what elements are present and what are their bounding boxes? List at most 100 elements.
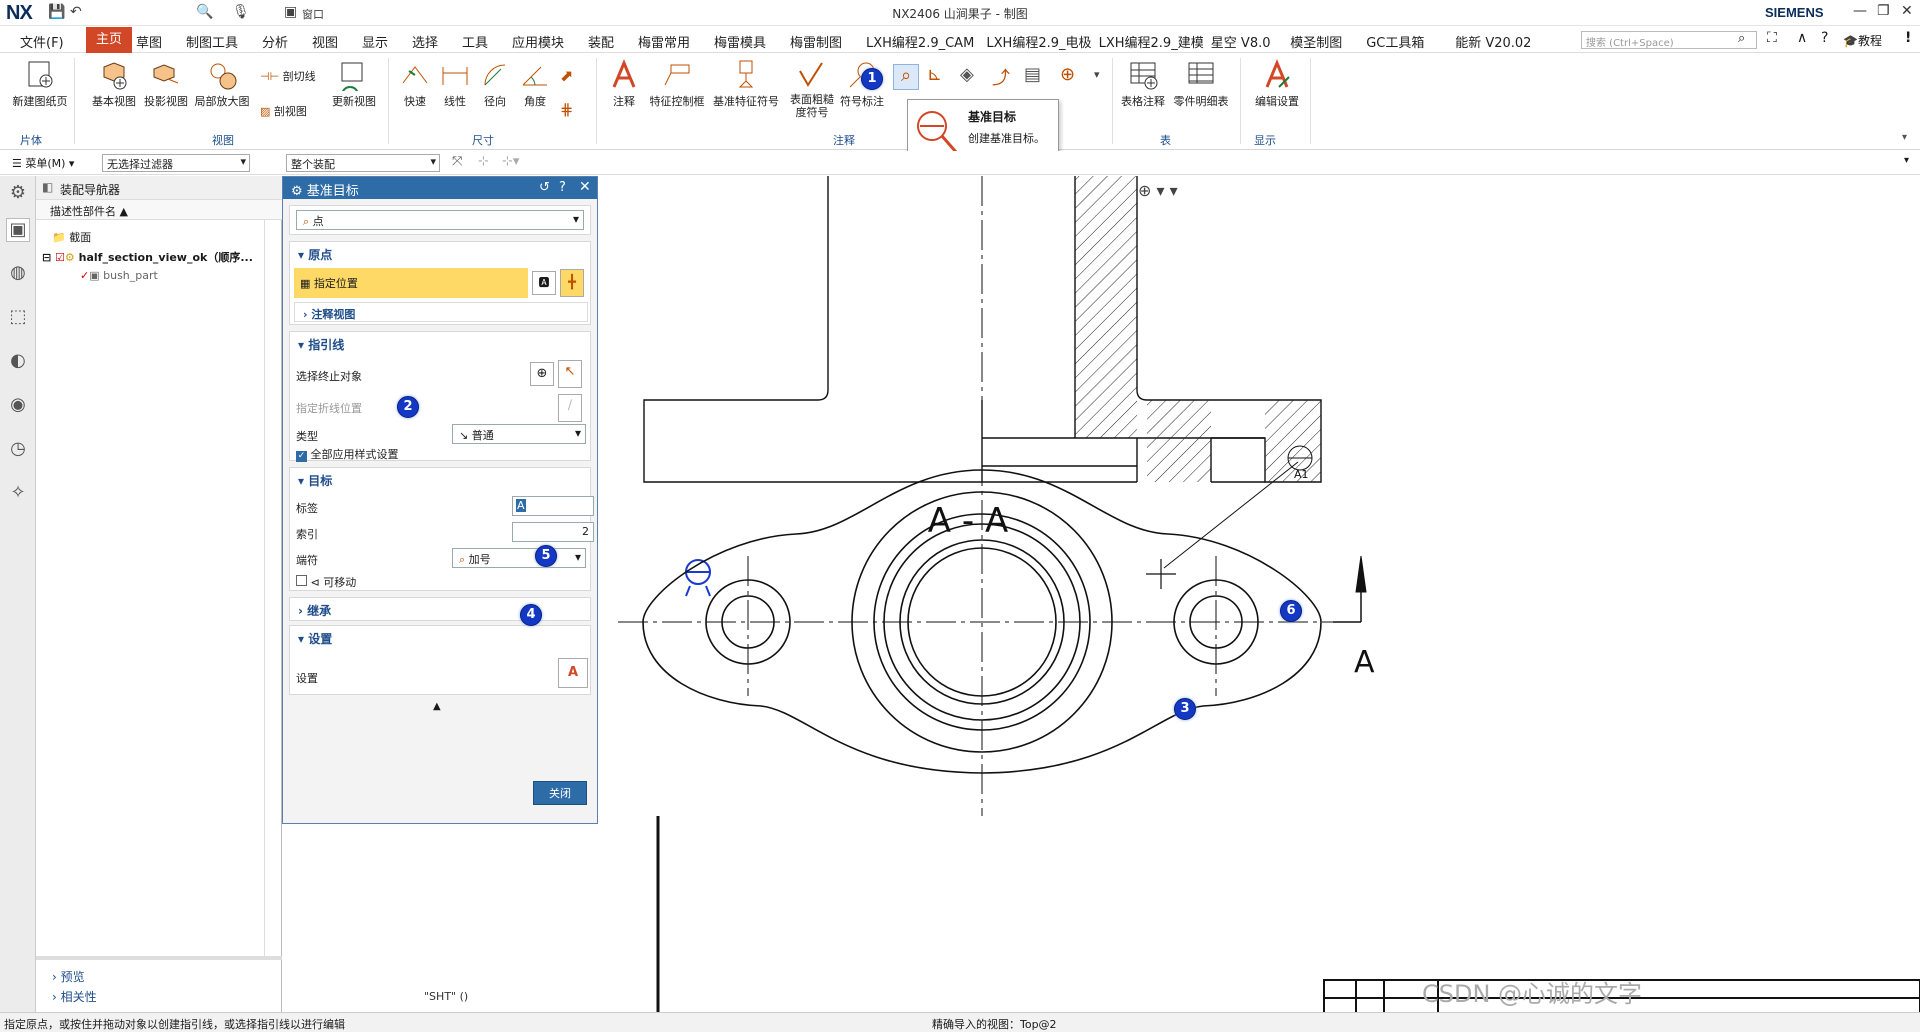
projected-view-button[interactable]: 投影视图	[140, 59, 192, 109]
tab-10[interactable]: 梅雷常用	[638, 32, 690, 51]
section-view-button[interactable]: ▨ 剖视图	[260, 103, 307, 119]
menu-button[interactable]: ☰ 菜单(M) ▾	[12, 155, 74, 171]
search-icon[interactable]: ⌕	[1738, 31, 1745, 46]
snap-icon[interactable]: ⤧	[452, 154, 462, 169]
collapse-more-icon[interactable]: ▲	[433, 701, 441, 712]
hatch-icon[interactable]: ◈	[960, 64, 974, 85]
tree-row-section[interactable]: 📁 截面	[52, 229, 91, 245]
radial-dimension-button[interactable]: 径向	[476, 59, 514, 109]
add-terminator-icon[interactable]: ⊕	[530, 362, 554, 386]
reuse-library-icon[interactable]: ◐	[6, 350, 30, 374]
fcf-button[interactable]: 特征控制框	[646, 59, 708, 109]
center-mark-icon[interactable]: ⊕	[1060, 64, 1075, 85]
text-origin-icon[interactable]: 🅰	[532, 271, 556, 295]
dialog-close-icon[interactable]: ✕	[579, 179, 591, 195]
tutorial-link[interactable]: 🎓教程	[1843, 32, 1882, 49]
annotation-view-subsection[interactable]: › 注释视图	[294, 302, 588, 322]
tab-5[interactable]: 显示	[362, 32, 388, 51]
selection-scope-select[interactable]: 整个装配	[286, 154, 440, 172]
drawing-sheet[interactable]: ⊕ ▾ ▾ A - A A A1 CSDN @心诚的文字	[598, 176, 1920, 1012]
settings-icon[interactable]: ⚙	[6, 182, 30, 206]
navigator-column-header[interactable]: 描述性部件名 ▲	[36, 200, 282, 220]
settings-header[interactable]: ▾ 设置	[298, 630, 332, 647]
tab-7[interactable]: 工具	[462, 32, 488, 51]
alert-icon[interactable]: !	[1905, 30, 1911, 46]
tab-18[interactable]: GC工具箱	[1366, 32, 1424, 51]
new-sheet-button[interactable]: 新建图纸页	[12, 59, 68, 109]
web-browser-icon[interactable]: ◉	[6, 394, 30, 418]
dialog-settings-icon[interactable]: ⚙	[291, 184, 303, 199]
centerline-icon[interactable]: ⊾	[927, 64, 942, 85]
style-settings-icon[interactable]: A	[558, 658, 588, 688]
tab-0[interactable]: 主页	[86, 27, 133, 53]
tab-15[interactable]: LXH编程2.9_建模	[1099, 32, 1204, 51]
type-select[interactable]: ⌕ 点	[296, 210, 584, 230]
table-note-button[interactable]: 表格注释	[1118, 59, 1168, 109]
preview-section[interactable]: › 预览	[52, 968, 85, 985]
detail-view-button[interactable]: 局部放大图	[192, 59, 252, 109]
restore-icon[interactable]: ❐	[1877, 3, 1890, 19]
tab-8[interactable]: 应用模块	[512, 32, 564, 51]
tab-11[interactable]: 梅雷模具	[714, 32, 766, 51]
target-header[interactable]: ▾ 目标	[298, 472, 332, 489]
balloon-icon[interactable]: ⤴	[992, 64, 1010, 90]
select-icon[interactable]: ⊹	[478, 154, 489, 169]
ordinate-dimension-icon[interactable]: ⋕	[560, 100, 573, 119]
apply-all-checkbox[interactable]: ✓ 全部应用样式设置	[296, 446, 399, 462]
update-view-button[interactable]: 更新视图	[328, 59, 380, 109]
tab-2[interactable]: 制图工具	[186, 32, 238, 51]
tab-1[interactable]: 草图	[136, 32, 162, 51]
tree-row-assembly[interactable]: ⊟ ☑⚙ half_section_view_ok（顺序...	[42, 249, 253, 265]
roles-icon[interactable]: ✧	[6, 482, 30, 506]
movable-checkbox[interactable]: ⊲ 可移动	[296, 574, 356, 590]
tree-row-part[interactable]: ✓▣ bush_part	[80, 269, 158, 282]
fullscreen-icon[interactable]: ⛶	[1767, 30, 1777, 46]
tab-4[interactable]: 视图	[312, 32, 338, 51]
label-input[interactable]: A	[512, 496, 594, 516]
assembly-navigator-icon[interactable]: ▣	[6, 218, 30, 242]
datum-feature-button[interactable]: 基准特征符号	[712, 59, 780, 109]
close-icon[interactable]: ✕	[1901, 3, 1913, 19]
image-icon[interactable]: ▤	[1024, 64, 1041, 85]
leader-type-select[interactable]: ↘ 普通	[452, 424, 586, 444]
collapse-ribbon-icon[interactable]: ∧	[1797, 30, 1807, 46]
leader-header[interactable]: ▾ 指引线	[298, 336, 344, 353]
point-dialog-icon[interactable]: ╋	[560, 269, 584, 297]
surface-finish-button[interactable]: 表面粗糙度符号	[786, 59, 838, 119]
rapid-dimension-button[interactable]: 快速	[396, 59, 434, 109]
history-icon[interactable]: ◷	[6, 438, 30, 462]
more-annotation-icon[interactable]: ▾	[1094, 68, 1100, 81]
index-input[interactable]: 2	[512, 522, 594, 542]
angle-dimension-button[interactable]: 角度	[516, 59, 554, 109]
leader-select-icon[interactable]: ↖	[558, 360, 582, 388]
origin-header[interactable]: ▾ 原点	[298, 246, 332, 263]
linear-dimension-button[interactable]: 线性	[436, 59, 474, 109]
terminator-select[interactable]: ⌕ 加号	[452, 548, 586, 568]
tab-13[interactable]: LXH编程2.9_CAM	[866, 32, 974, 51]
inherit-header[interactable]: › 继承	[298, 602, 331, 619]
tab-9[interactable]: 装配	[588, 32, 614, 51]
chamfer-dimension-icon[interactable]: ⬈	[560, 66, 573, 85]
note-button[interactable]: 注释	[604, 59, 644, 109]
deselect-icon[interactable]: ⊹▾	[502, 154, 519, 169]
tab-3[interactable]: 分析	[262, 32, 288, 51]
checkbox-icon[interactable]: ☑	[55, 251, 65, 264]
tab-12[interactable]: 梅雷制图	[790, 32, 842, 51]
tab-14[interactable]: LXH编程2.9_电极	[986, 32, 1091, 51]
constraint-navigator-icon[interactable]: ◍	[6, 262, 30, 286]
edit-settings-button[interactable]: 编辑设置	[1250, 59, 1304, 109]
help-icon[interactable]: ?	[559, 180, 566, 195]
selection-bar-options-icon[interactable]: ▾	[1904, 155, 1909, 166]
ribbon-options-icon[interactable]: ▾	[1902, 132, 1907, 143]
jog-icon[interactable]: ∕	[558, 394, 582, 422]
section-line-button[interactable]: ⊣⊢ 剖切线	[260, 68, 316, 84]
tab-17[interactable]: 模圣制图	[1290, 32, 1342, 51]
file-menu[interactable]: 文件(F)	[20, 32, 64, 51]
tab-6[interactable]: 选择	[412, 32, 438, 51]
base-view-button[interactable]: 基本视图	[88, 59, 140, 109]
minimize-icon[interactable]: —	[1853, 3, 1867, 19]
reset-icon[interactable]: ↺	[539, 180, 550, 195]
close-button[interactable]: 关闭	[533, 781, 587, 805]
help-icon[interactable]: ?	[1821, 30, 1828, 46]
specify-location-row[interactable]: ▦ 指定位置	[294, 268, 528, 298]
